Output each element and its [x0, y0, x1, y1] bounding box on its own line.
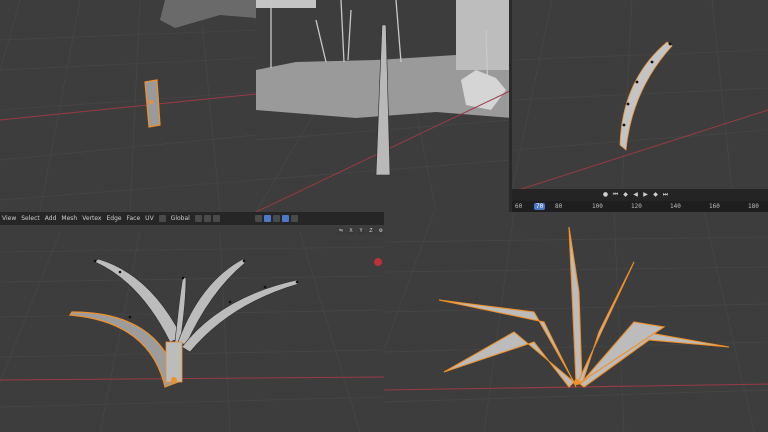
mirror-icon[interactable]: ⇋	[337, 227, 345, 235]
play-reverse-icon[interactable]: ◀	[632, 191, 639, 198]
menu-uv[interactable]: UV	[145, 215, 154, 222]
menu-view[interactable]: View	[2, 215, 16, 222]
record-indicator-icon	[374, 258, 382, 266]
viewport-top-right[interactable]	[512, 0, 768, 212]
proportional-edit-icon[interactable]	[212, 215, 220, 222]
menu-select[interactable]: Select	[21, 215, 40, 222]
viewport-top-left[interactable]	[0, 0, 256, 212]
next-key-icon[interactable]: ◆	[652, 191, 659, 198]
frame-tick: 180	[748, 203, 759, 210]
view-icon[interactable]	[254, 215, 262, 222]
shading-solid-icon[interactable]	[281, 215, 289, 222]
gizmo-toggle-icon[interactable]	[263, 215, 271, 222]
current-frame[interactable]: 70	[534, 203, 546, 210]
overlay-icon[interactable]	[272, 215, 280, 222]
playback-controls[interactable]: ● ⏮ ◆ ◀ ▶ ◆ ⏭	[602, 191, 669, 198]
timeline[interactable]: ● ⏮ ◆ ◀ ▶ ◆ ⏭ 60 70 80 100 120 140 160 1…	[512, 189, 768, 212]
record-icon[interactable]: ●	[602, 191, 609, 198]
menu-add[interactable]: Add	[45, 215, 57, 222]
frame-ruler[interactable]: 60 70 80 100 120 140 160 180	[512, 201, 768, 212]
frame-tick: 140	[670, 203, 681, 210]
viewport-top-middle[interactable]	[256, 0, 512, 212]
viewport-bottom-right[interactable]	[384, 212, 768, 432]
orientation-dropdown[interactable]: Global	[171, 215, 190, 222]
transform-orientation-icon	[158, 215, 166, 222]
viewport-header: View Select Add Mesh Vertex Edge Face UV…	[0, 212, 384, 225]
axis-y-toggle[interactable]: Y	[357, 227, 365, 235]
frame-tick: 120	[631, 203, 642, 210]
axis-z-toggle[interactable]: Z	[367, 227, 375, 235]
settings-icon[interactable]: ⚙	[377, 227, 384, 235]
jump-end-icon[interactable]: ⏭	[662, 191, 669, 198]
frame-tick: 80	[555, 203, 563, 210]
menu-face[interactable]: Face	[127, 215, 141, 222]
menu-edge[interactable]: Edge	[106, 215, 121, 222]
menu-vertex[interactable]: Vertex	[82, 215, 101, 222]
frame-tick: 60	[515, 203, 523, 210]
frame-tick: 100	[592, 203, 603, 210]
shading-material-icon[interactable]	[290, 215, 298, 222]
frame-tick: 160	[709, 203, 720, 210]
menu-mesh[interactable]: Mesh	[61, 215, 77, 222]
viewport-bottom-left[interactable]: View Select Add Mesh Vertex Edge Face UV…	[0, 212, 384, 432]
snap-icon[interactable]	[203, 215, 211, 222]
jump-start-icon[interactable]: ⏮	[612, 191, 619, 198]
play-icon[interactable]: ▶	[642, 191, 649, 198]
pivot-icon[interactable]	[194, 215, 202, 222]
axis-x-toggle[interactable]: X	[347, 227, 355, 235]
mirror-axes: ⇋ X Y Z ⚙	[337, 227, 384, 235]
prev-key-icon[interactable]: ◆	[622, 191, 629, 198]
